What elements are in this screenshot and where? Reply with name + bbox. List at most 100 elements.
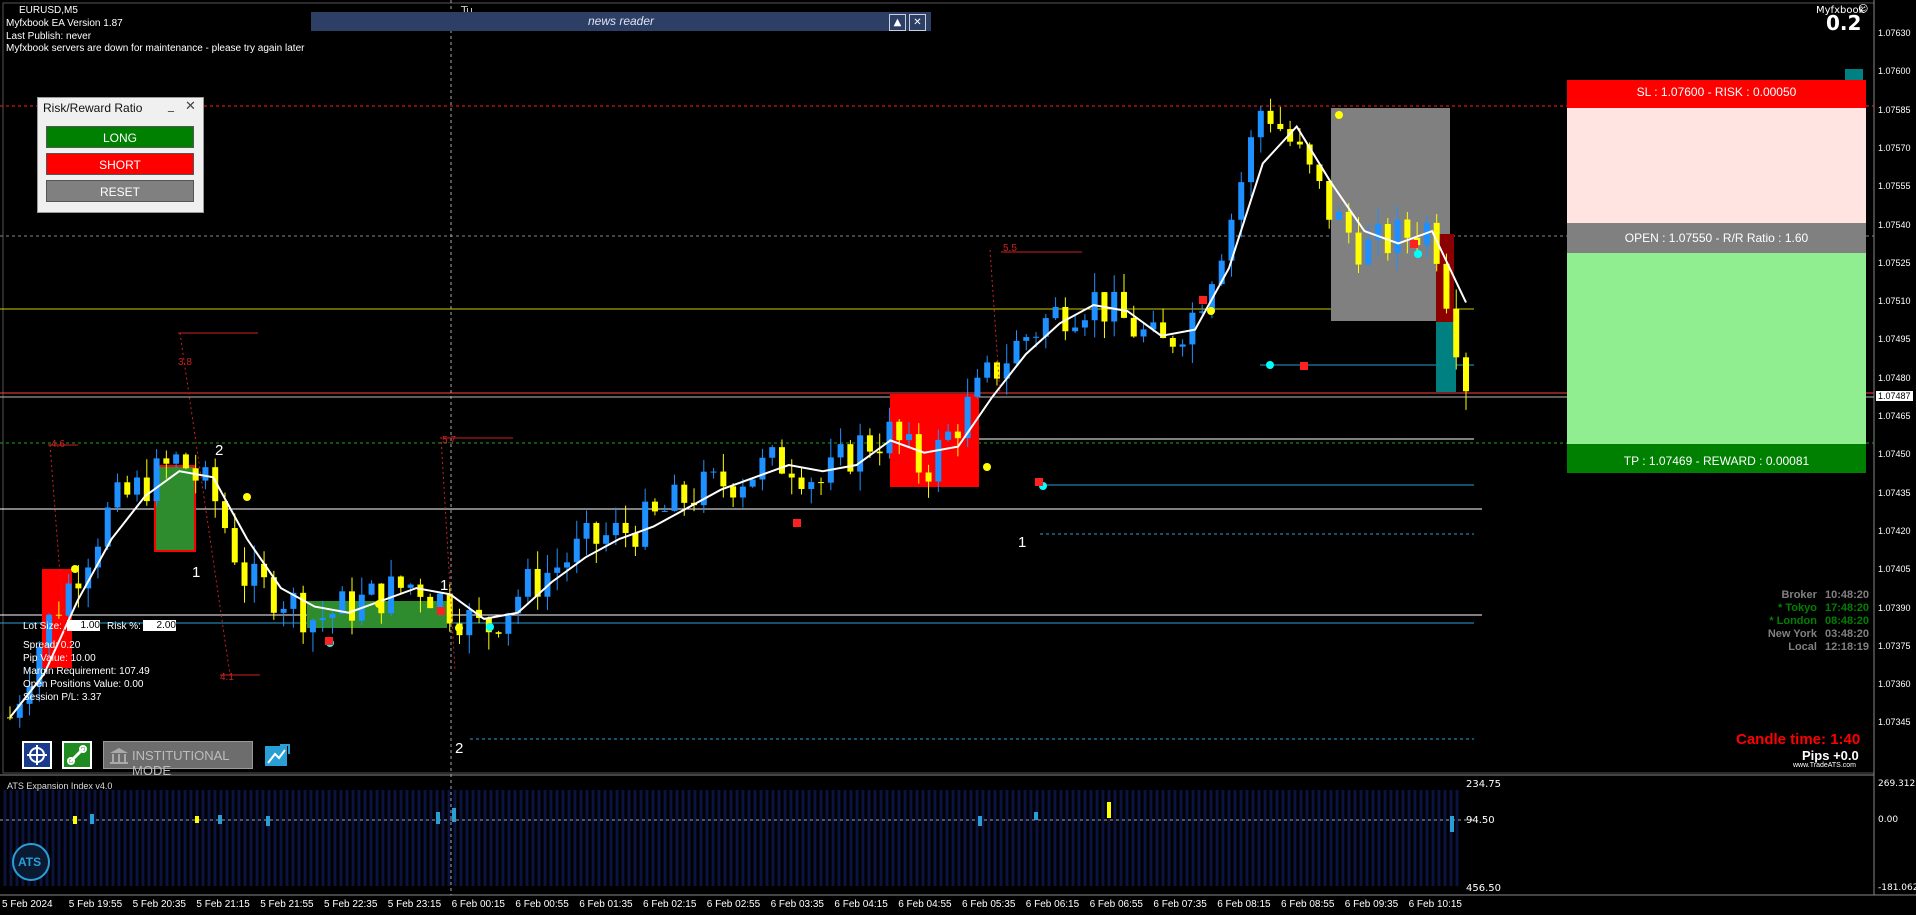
- chart-label: 4.1: [220, 672, 234, 683]
- clock-row: Broker 10:48:20: [1781, 589, 1869, 601]
- clock-label: * London: [1769, 615, 1817, 627]
- bear-candle: [818, 482, 825, 484]
- time-axis-label: 6 Feb 06:15: [1025, 899, 1080, 910]
- time-axis-label: 6 Feb 07:35: [1153, 899, 1207, 910]
- zigzag-line: [440, 436, 456, 671]
- bull-candle: [945, 431, 952, 440]
- bull-candle: [407, 584, 414, 588]
- short-button[interactable]: SHORT: [46, 153, 194, 175]
- long-button[interactable]: LONG: [46, 126, 194, 148]
- bull-candle: [1013, 340, 1020, 364]
- expand-button[interactable]: [262, 741, 292, 769]
- indicator-bar: [218, 815, 222, 824]
- bear-candle: [1463, 357, 1469, 392]
- bull-candle: [1140, 329, 1147, 337]
- teal-bar-zone: [1436, 322, 1456, 392]
- time-axis-label: 5 Feb 22:35: [324, 899, 378, 910]
- bear-candle: [778, 447, 785, 474]
- news-reader-bar[interactable]: news reader ▲ ✕: [311, 12, 931, 31]
- price-axis-label: 1.07600: [1878, 66, 1911, 77]
- bear-candle: [798, 477, 805, 489]
- price-axis-label: 1.07405: [1878, 564, 1911, 575]
- bear-candle: [75, 583, 82, 589]
- time-axis-label: 6 Feb 09:35: [1344, 899, 1399, 910]
- reset-button[interactable]: RESET: [46, 180, 194, 202]
- indicator-bar: [1107, 802, 1111, 818]
- time-axis-label: 5 Feb 20:35: [132, 899, 186, 910]
- bear-candle: [954, 431, 961, 439]
- bear-candle: [876, 451, 883, 454]
- bear-candle: [241, 562, 248, 586]
- time-axis-label: 6 Feb 03:35: [770, 899, 824, 910]
- bull-candle: [1052, 306, 1059, 319]
- top-right-value: 0.2: [1826, 11, 1862, 35]
- open-rr-label[interactable]: OPEN : 1.07550 - R/R Ratio : 1.60: [1567, 231, 1866, 245]
- indicator-axis-top: 269.3125: [1878, 779, 1916, 789]
- sl-risk-label[interactable]: SL : 1.07600 - RISK : 0.00050: [1567, 85, 1866, 99]
- chart-label: 3.8: [178, 357, 192, 368]
- indicator-mid-label: 94.50: [1466, 815, 1495, 826]
- bear-candle: [1120, 291, 1127, 318]
- crosshair-button[interactable]: [22, 741, 52, 769]
- minimize-icon[interactable]: _: [168, 98, 174, 112]
- signal-square: [793, 519, 801, 527]
- spread-label: Spread: 0.20: [23, 640, 81, 651]
- bull-candle: [1335, 211, 1342, 220]
- margin-label: Margin Requirement: 107.49: [23, 666, 150, 677]
- bear-candle: [1277, 123, 1284, 130]
- institutional-mode-button[interactable]: INSTITUTIONAL MODE: [103, 741, 253, 778]
- bear-candle: [1453, 308, 1460, 358]
- chart-label: 5.7: [442, 435, 456, 446]
- signal-dot: [455, 624, 463, 632]
- bear-candle: [231, 528, 238, 563]
- bull-candle: [1033, 336, 1040, 338]
- price-axis-label: 1.07420: [1878, 525, 1911, 536]
- tp-reward-label[interactable]: TP : 1.07469 - REWARD : 0.00081: [1567, 454, 1866, 468]
- price-axis-label: 1.07555: [1878, 181, 1911, 192]
- lot-size-input[interactable]: 1.00: [67, 620, 100, 631]
- bear-candle: [1326, 181, 1333, 220]
- lot-size-label: Lot Size:: [23, 621, 62, 632]
- bull-candle: [436, 593, 443, 609]
- close-icon[interactable]: ✕: [185, 99, 196, 114]
- bear-candle: [163, 458, 170, 464]
- price-axis-label: 1.07510: [1878, 296, 1911, 307]
- bull-candle: [573, 538, 580, 563]
- bull-candle: [1081, 320, 1088, 328]
- signal-dot: [375, 600, 383, 608]
- bull-candle: [505, 613, 512, 634]
- risk-percent-input[interactable]: 2.00: [143, 620, 176, 631]
- time-axis-label: 6 Feb 01:35: [579, 899, 633, 910]
- rr-panel-title: Risk/Reward Ratio: [43, 101, 143, 115]
- bear-candle: [349, 591, 356, 621]
- bull-candle: [1023, 337, 1030, 341]
- bull-candle: [886, 421, 893, 454]
- triangle-up-icon[interactable]: ▲: [889, 14, 906, 31]
- bear-candle: [124, 482, 131, 495]
- bull-candle: [280, 608, 287, 613]
- indicator-upper-label: 234.75: [1466, 779, 1501, 790]
- price-axis-label: 1.07540: [1878, 219, 1911, 230]
- link-button[interactable]: [62, 741, 92, 769]
- time-axis-label: 6 Feb 00:55: [515, 899, 569, 910]
- indicator-bar: [1034, 812, 1038, 820]
- signal-dot: [486, 623, 494, 631]
- bear-candle: [788, 473, 795, 478]
- bull-candle: [329, 613, 336, 618]
- risk-reward-panel: Risk/Reward Ratio _ ✕ LONG SHORT RESET: [37, 97, 204, 213]
- signal-dot: [1266, 361, 1274, 369]
- time-axis-label: 5 Feb 21:15: [196, 899, 250, 910]
- bull-candle: [749, 479, 756, 487]
- bull-candle: [984, 362, 991, 378]
- chart-label: 4.6: [51, 439, 65, 450]
- bank-icon: [110, 748, 128, 764]
- close-icon[interactable]: ✕: [909, 14, 926, 31]
- site-label: www.TradeATS.com: [1793, 762, 1857, 769]
- bull-candle: [388, 576, 395, 614]
- bear-candle: [1355, 232, 1362, 265]
- bull-candle: [603, 535, 610, 544]
- bear-candle: [55, 614, 62, 616]
- server-status-label: Myfxbook servers are down for maintenanc…: [6, 43, 305, 54]
- bull-candle: [583, 522, 590, 539]
- bull-candle: [368, 583, 375, 595]
